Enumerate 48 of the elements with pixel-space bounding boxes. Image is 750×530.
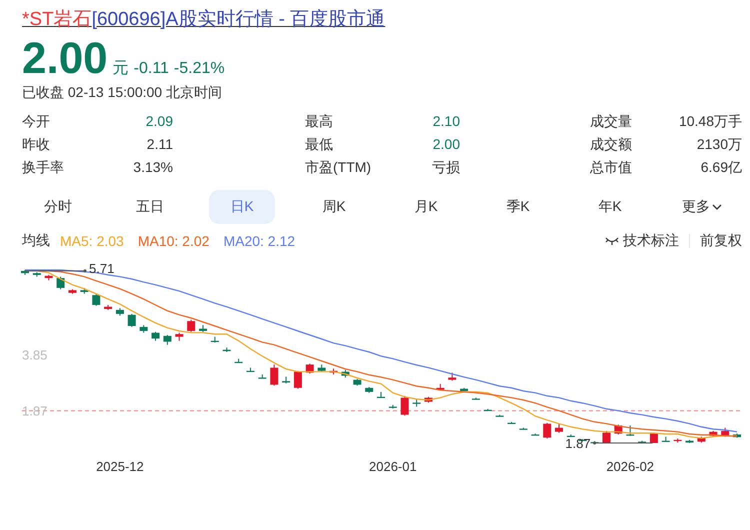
- moving-average-value: MA20: 2.12: [223, 233, 296, 249]
- chart-period-tab[interactable]: 更多: [669, 190, 735, 224]
- stat-value: 2.00: [432, 135, 460, 153]
- chart-period-tab[interactable]: 日K: [209, 190, 275, 224]
- low-price-label: 1.87: [565, 436, 591, 451]
- stat-label: 昨收: [22, 135, 51, 153]
- stat-value: 亏损: [431, 158, 460, 176]
- stat-label: 成交额: [590, 135, 633, 153]
- current-price: 2.00: [22, 36, 108, 82]
- stat-label: 总市值: [590, 158, 633, 176]
- stat-value: 2130万: [696, 135, 742, 153]
- moving-average-value: MA10: 2.02: [138, 233, 210, 249]
- stat-value: 10.48万手: [678, 112, 742, 130]
- stat-value: 2.10: [432, 112, 460, 130]
- chart-period-tab[interactable]: 季K: [485, 190, 551, 224]
- stat-value: 6.69亿: [700, 158, 742, 176]
- moving-average-value: MA5: 2.03: [60, 233, 124, 249]
- low-price-leader-line: [593, 442, 654, 444]
- chart-period-tab[interactable]: 年K: [577, 190, 643, 224]
- price-change-percent: -5.21%: [174, 60, 225, 78]
- x-axis-label: 2026-02: [606, 459, 654, 474]
- indicator-label: 均线: [22, 232, 50, 250]
- stat-label: 换手率: [22, 158, 65, 176]
- stat-value: 2.09: [144, 112, 173, 130]
- stat-label: 市盈(TTM): [305, 158, 372, 176]
- chart-period-tab[interactable]: 月K: [393, 190, 459, 224]
- stat-label: 最低: [305, 135, 334, 153]
- price-change: -0.11: [134, 60, 169, 78]
- chevron-down-icon: [712, 204, 722, 210]
- high-price-label: 5.71: [89, 260, 114, 276]
- price-unit: 元: [112, 59, 129, 79]
- market-status: 已收盘 02-13 15:00:00 北京时间: [22, 84, 223, 102]
- high-price-leader-line: [24, 269, 86, 272]
- stat-label: 今开: [22, 112, 51, 130]
- stat-label: 成交量: [590, 112, 633, 130]
- x-axis-label: 2025-12: [96, 459, 144, 474]
- chart-period-tab[interactable]: 分时: [25, 190, 91, 224]
- eye-icon: [605, 237, 619, 245]
- stat-value: 3.13%: [132, 158, 173, 176]
- stat-value: 2.11: [146, 135, 173, 153]
- chart-tool-button[interactable]: 技术标注: [605, 232, 679, 250]
- page-title-link[interactable]: *ST岩石[600696]A股实时行情 - 百度股市通: [22, 9, 386, 30]
- x-axis-label: 2026-01: [369, 459, 417, 474]
- stat-label: 最高: [305, 112, 334, 130]
- chart-tool-button[interactable]: 前复权: [700, 232, 742, 250]
- chart-period-tab[interactable]: 五日: [117, 190, 183, 224]
- chart-period-tab[interactable]: 周K: [301, 190, 367, 224]
- y-axis-label: 3.85: [22, 347, 48, 362]
